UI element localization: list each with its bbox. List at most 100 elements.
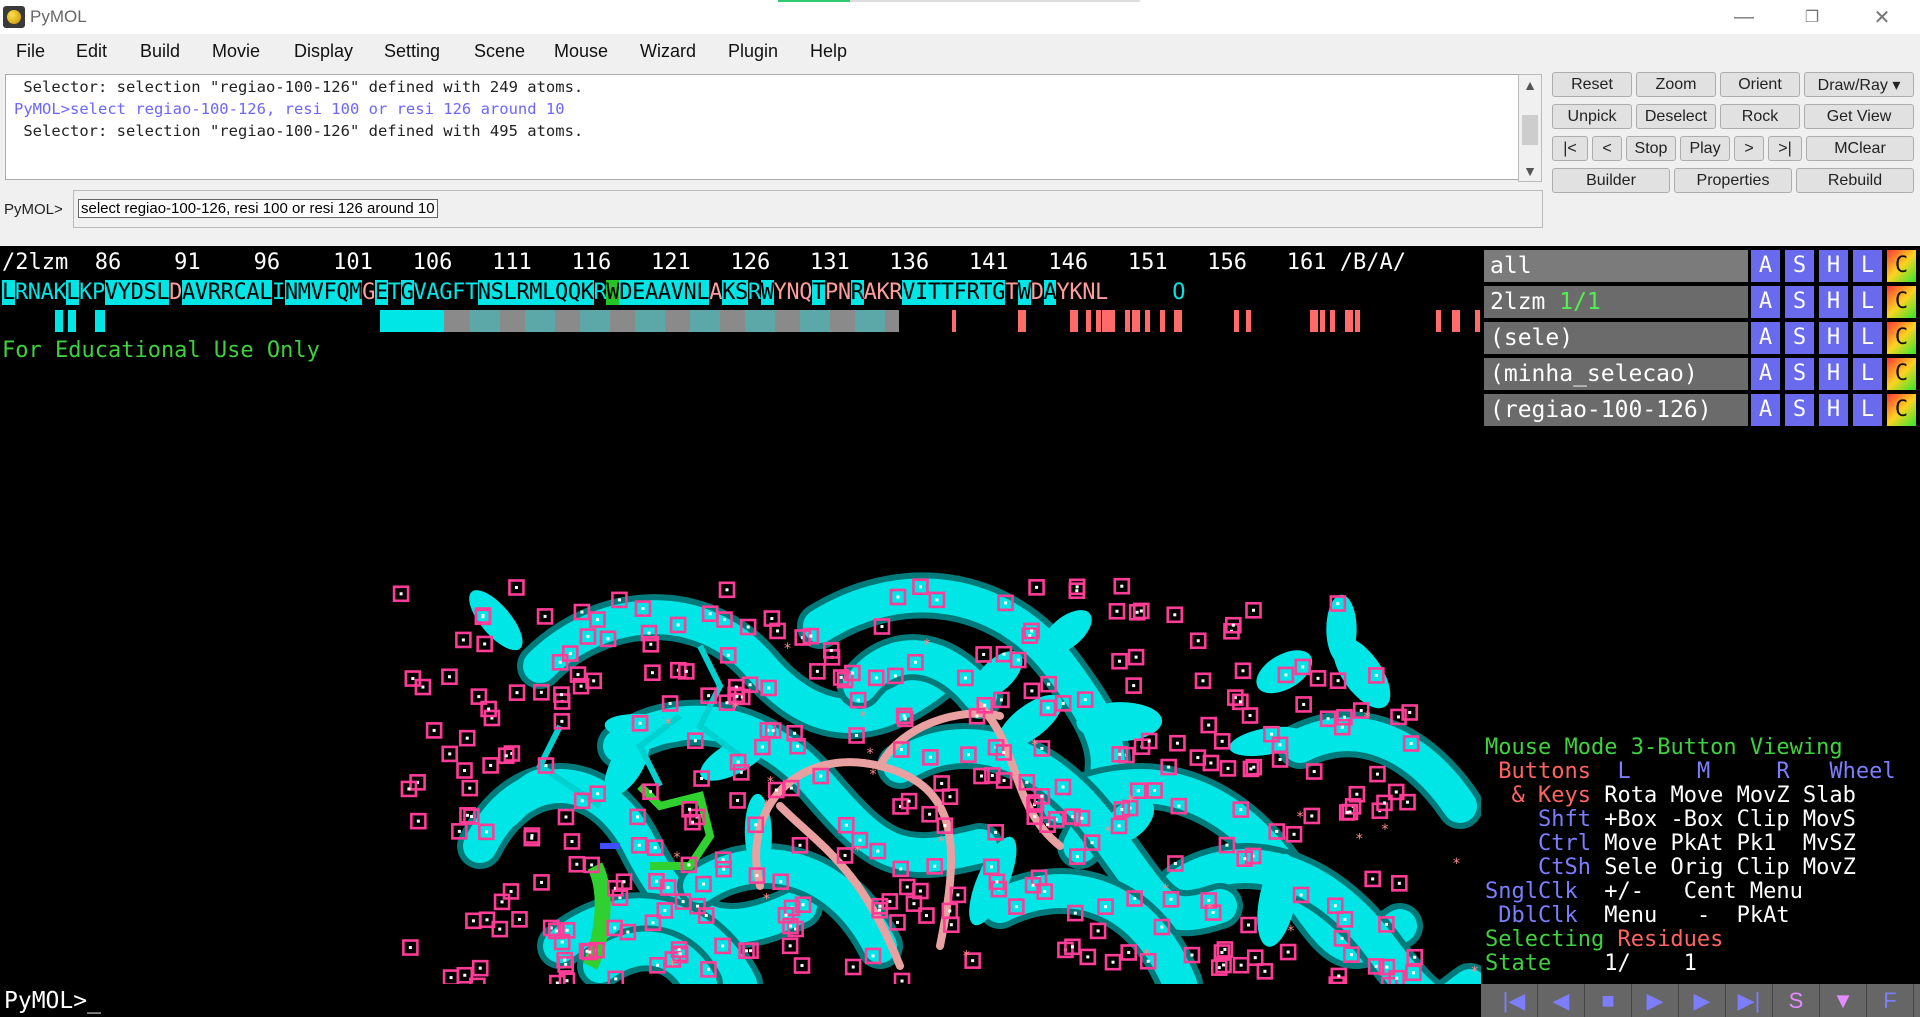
residue[interactable]: A bbox=[1043, 280, 1057, 305]
object-action-c-button[interactable]: C bbox=[1885, 358, 1916, 390]
menu-edit[interactable]: Edit bbox=[76, 41, 107, 62]
residue[interactable]: D bbox=[169, 280, 182, 305]
menu-build[interactable]: Build bbox=[140, 41, 180, 62]
deselect-button[interactable]: Deselect bbox=[1636, 104, 1716, 129]
object-name[interactable]: (sele) bbox=[1484, 322, 1748, 354]
mouse-mode-panel[interactable]: Mouse Mode 3-Button Viewing Buttons L M … bbox=[1485, 736, 1896, 976]
residue[interactable]: L bbox=[156, 280, 170, 305]
residue[interactable]: M bbox=[529, 280, 542, 305]
residue[interactable]: A bbox=[864, 280, 877, 305]
residue[interactable]: A bbox=[246, 280, 260, 305]
residue[interactable]: N bbox=[477, 280, 491, 305]
menu-setting[interactable]: Setting bbox=[384, 41, 440, 62]
object-action-l-button[interactable]: L bbox=[1851, 250, 1882, 282]
residue[interactable] bbox=[1121, 280, 1134, 305]
restore-button[interactable]: ❐ bbox=[1782, 0, 1842, 34]
residue[interactable]: R bbox=[850, 280, 864, 305]
residue[interactable]: F bbox=[323, 280, 337, 305]
residue[interactable]: A bbox=[657, 280, 671, 305]
unpick-button[interactable]: Unpick bbox=[1552, 104, 1632, 129]
residue[interactable]: S bbox=[734, 280, 748, 305]
residue[interactable]: V bbox=[194, 280, 208, 305]
residue[interactable]: A bbox=[182, 280, 195, 305]
residue[interactable]: A bbox=[709, 280, 722, 305]
residue[interactable]: T bbox=[940, 280, 954, 305]
object-action-h-button[interactable]: H bbox=[1817, 394, 1848, 426]
residue[interactable]: W bbox=[606, 280, 620, 305]
residue[interactable]: R bbox=[207, 280, 221, 305]
residue[interactable] bbox=[1108, 280, 1121, 305]
menu-plugin[interactable]: Plugin bbox=[728, 41, 778, 62]
object-row-all[interactable]: all A S H L C bbox=[1484, 250, 1920, 282]
residue[interactable]: M bbox=[349, 280, 362, 305]
scroll-thumb[interactable] bbox=[1522, 115, 1538, 145]
sequence-viewer[interactable]: /2lzm 86 91 96 101 106 111 116 121 126 1… bbox=[0, 246, 1481, 342]
residue[interactable] bbox=[1159, 280, 1172, 305]
residue[interactable]: L bbox=[1095, 280, 1108, 305]
movie-stop-icon[interactable]: ■ bbox=[1585, 984, 1632, 1017]
residue[interactable]: R bbox=[966, 280, 980, 305]
rock-button[interactable]: Rock bbox=[1720, 104, 1800, 129]
close-button[interactable]: ✕ bbox=[1852, 0, 1912, 34]
builder-button[interactable]: Builder bbox=[1552, 168, 1670, 193]
object-action-a-button[interactable]: A bbox=[1749, 250, 1780, 282]
residue[interactable]: K bbox=[876, 280, 889, 305]
movie-rewind-icon[interactable]: |◀ bbox=[1491, 984, 1538, 1017]
residue[interactable]: Y bbox=[117, 280, 131, 305]
forward-button[interactable]: > bbox=[1734, 136, 1764, 161]
object-action-s-button[interactable]: S bbox=[1783, 358, 1814, 390]
selecting-value[interactable]: Residues bbox=[1617, 927, 1723, 952]
object-row-2lzm[interactable]: 2lzm 1/1 A S H L C bbox=[1484, 286, 1920, 318]
end-button[interactable]: >| bbox=[1768, 136, 1802, 161]
residue[interactable]: K bbox=[79, 280, 92, 305]
movie-end-icon[interactable]: ▶| bbox=[1726, 984, 1773, 1017]
movie-dropdown-icon[interactable]: ▼ bbox=[1820, 984, 1867, 1017]
residue[interactable]: T bbox=[927, 280, 941, 305]
scroll-up-icon[interactable]: ▲ bbox=[1519, 77, 1541, 93]
object-action-h-button[interactable]: H bbox=[1817, 358, 1848, 390]
residue[interactable]: V bbox=[104, 280, 118, 305]
object-name[interactable]: (regiao-100-126) bbox=[1484, 394, 1748, 426]
residue[interactable]: R bbox=[889, 280, 902, 305]
object-action-l-button[interactable]: L bbox=[1851, 286, 1882, 318]
residue[interactable]: F bbox=[953, 280, 967, 305]
console-scrollbar[interactable]: ▲ ▼ bbox=[1518, 74, 1542, 182]
residue[interactable]: R bbox=[220, 280, 234, 305]
residue[interactable]: Q bbox=[567, 280, 581, 305]
residue[interactable]: A bbox=[426, 280, 439, 305]
residue[interactable]: C bbox=[233, 280, 247, 305]
residue[interactable]: K bbox=[580, 280, 594, 305]
object-action-h-button[interactable]: H bbox=[1817, 250, 1848, 282]
residue[interactable]: L bbox=[259, 280, 272, 305]
object-row-minha_selecao[interactable]: (minha_selecao) A S H L C bbox=[1484, 358, 1920, 390]
object-name[interactable]: (minha_selecao) bbox=[1484, 358, 1748, 390]
sequence-residues[interactable]: LRNAKLKPVYDSLDAVRRCALINMVFQMGETGVAGFTNSL… bbox=[2, 280, 1185, 305]
residue[interactable]: A bbox=[644, 280, 658, 305]
menu-help[interactable]: Help bbox=[810, 41, 847, 62]
residue[interactable]: P bbox=[92, 280, 105, 305]
residue[interactable]: I bbox=[915, 280, 928, 305]
play-button[interactable]: Play bbox=[1680, 136, 1730, 161]
residue[interactable]: V bbox=[414, 280, 427, 305]
menu-scene[interactable]: Scene bbox=[474, 41, 525, 62]
residue[interactable]: G bbox=[992, 280, 1005, 305]
object-action-a-button[interactable]: A bbox=[1749, 358, 1780, 390]
residue[interactable]: R bbox=[594, 280, 607, 305]
movie-forward-icon[interactable]: ▶ bbox=[1679, 984, 1726, 1017]
residue[interactable]: I bbox=[272, 280, 285, 305]
menu-display[interactable]: Display bbox=[294, 41, 353, 62]
residue[interactable]: K bbox=[53, 280, 66, 305]
object-action-s-button[interactable]: S bbox=[1783, 322, 1814, 354]
residue[interactable]: T bbox=[1005, 280, 1018, 305]
back-button[interactable]: < bbox=[1592, 136, 1622, 161]
object-action-a-button[interactable]: A bbox=[1749, 286, 1780, 318]
movie-play-icon[interactable]: ▶ bbox=[1632, 984, 1679, 1017]
residue[interactable]: T bbox=[388, 280, 401, 305]
zoom-button[interactable]: Zoom bbox=[1636, 72, 1716, 97]
residue[interactable]: R bbox=[516, 280, 530, 305]
residue[interactable]: G bbox=[400, 280, 414, 305]
object-action-c-button[interactable]: C bbox=[1885, 394, 1916, 426]
residue[interactable]: W bbox=[760, 280, 774, 305]
object-action-l-button[interactable]: L bbox=[1851, 322, 1882, 354]
molecular-viewer[interactable]: * * * * * * * * * * * * * * * * * * * * * * * * * * * * /2lzm 86 91… bbox=[0, 246, 1481, 984]
